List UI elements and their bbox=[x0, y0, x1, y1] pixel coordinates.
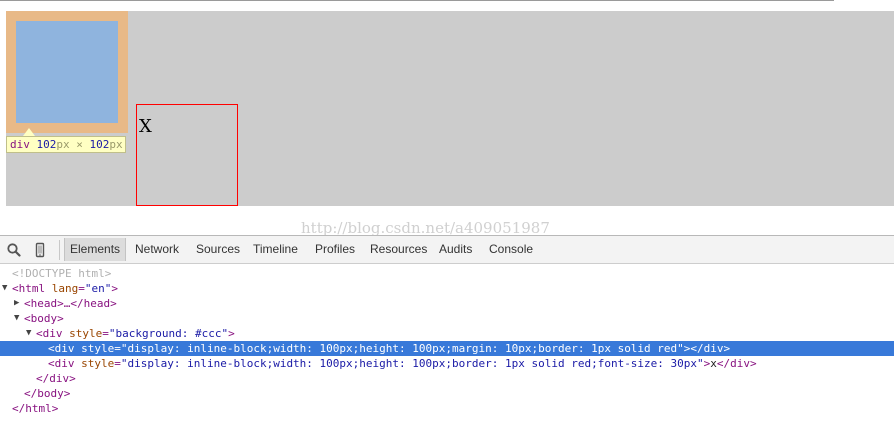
tooltip-times: × bbox=[76, 138, 83, 151]
tooltip-width-unit: px bbox=[56, 138, 70, 151]
attr-name: style bbox=[81, 342, 115, 355]
attr-value: "en" bbox=[84, 282, 112, 295]
equals-sign: = bbox=[114, 357, 121, 370]
closing-tag: </body> bbox=[24, 387, 71, 400]
doctype-text: <!DOCTYPE html> bbox=[12, 267, 112, 280]
tag-end: > bbox=[228, 327, 235, 340]
equals-sign: = bbox=[102, 327, 109, 340]
tag-end: > bbox=[111, 282, 118, 295]
red-bordered-box: X bbox=[136, 104, 238, 206]
equals-sign: = bbox=[78, 282, 85, 295]
attr-value: "display: inline-block;width: 100px;heig… bbox=[120, 357, 704, 370]
tab-console[interactable]: Console bbox=[489, 238, 533, 261]
search-icon[interactable] bbox=[6, 242, 22, 258]
tag-name: <div bbox=[36, 327, 63, 340]
body-open-text: <body> bbox=[24, 312, 64, 325]
tab-resources[interactable]: Resources bbox=[370, 238, 427, 261]
top-divider bbox=[0, 0, 834, 1]
toolbar-separator bbox=[59, 240, 60, 260]
red-box-text: X bbox=[139, 116, 152, 137]
expanded-triangle-icon[interactable]: ▼ bbox=[2, 281, 7, 296]
attr-name: style bbox=[81, 357, 115, 370]
closing-tag: </div> bbox=[716, 357, 757, 370]
tab-timeline[interactable]: Timeline bbox=[253, 238, 298, 261]
tab-elements[interactable]: Elements bbox=[64, 238, 127, 261]
tab-audits[interactable]: Audits bbox=[439, 238, 472, 261]
closing-tag: </div> bbox=[36, 372, 76, 385]
expanded-triangle-icon[interactable]: ▼ bbox=[14, 311, 19, 326]
dom-node-body[interactable]: ▼ <body> bbox=[0, 311, 894, 326]
tab-sources[interactable]: Sources bbox=[196, 238, 240, 261]
margin-highlight-overlay bbox=[6, 11, 128, 133]
dom-node-html[interactable]: ▼ <html lang="en"> bbox=[0, 281, 894, 296]
content-highlight-overlay bbox=[16, 21, 118, 123]
closing-tag: </html> bbox=[12, 402, 59, 415]
device-mode-icon[interactable] bbox=[32, 242, 48, 258]
tag-name: <div bbox=[48, 357, 75, 370]
devtools-panel: Elements Network Sources Timeline Profil… bbox=[0, 235, 894, 437]
attr-value: "display: inline-block;width: 100px;heig… bbox=[120, 342, 684, 355]
dom-node-html-close[interactable]: </html> bbox=[0, 401, 894, 416]
collapsed-triangle-icon[interactable]: ▶ bbox=[14, 296, 19, 311]
dom-node-div-close[interactable]: </div> bbox=[0, 371, 894, 386]
tooltip-height: 102 bbox=[89, 138, 110, 151]
tooltip-arrow bbox=[23, 128, 35, 136]
tooltip-tag: div bbox=[10, 138, 30, 151]
attr-value: "background: #ccc" bbox=[108, 327, 229, 340]
tab-profiles[interactable]: Profiles bbox=[315, 238, 355, 261]
page-viewport[interactable]: div 102px × 102px X bbox=[6, 11, 894, 206]
dom-node-body-close[interactable]: </body> bbox=[0, 386, 894, 401]
element-size-tooltip: div 102px × 102px bbox=[6, 136, 126, 153]
dom-node-second-div[interactable]: <div style="display: inline-block;width:… bbox=[0, 356, 894, 371]
dom-node-doctype[interactable]: <!DOCTYPE html> bbox=[0, 266, 894, 281]
head-collapsed-text: <head>…</head> bbox=[24, 297, 117, 310]
tag-end: ></div> bbox=[683, 342, 731, 355]
equals-sign: = bbox=[114, 342, 121, 355]
tab-network[interactable]: Network bbox=[135, 238, 179, 261]
attr-name: lang bbox=[51, 282, 79, 295]
devtools-toolbar: Elements Network Sources Timeline Profil… bbox=[0, 236, 894, 264]
text-node: x bbox=[710, 357, 717, 370]
tooltip-width: 102 bbox=[36, 138, 57, 151]
tooltip-height-unit: px bbox=[109, 138, 123, 151]
expanded-triangle-icon[interactable]: ▼ bbox=[26, 326, 31, 341]
attr-name: style bbox=[69, 327, 103, 340]
dom-node-outer-div[interactable]: ▼ <div style="background: #ccc"> bbox=[0, 326, 894, 341]
tag-name: <div bbox=[48, 342, 75, 355]
dom-node-selected-div[interactable]: <div style="display: inline-block;width:… bbox=[0, 341, 894, 356]
dom-node-head[interactable]: ▶ <head>…</head> bbox=[0, 296, 894, 311]
tag-name: <html bbox=[12, 282, 46, 295]
